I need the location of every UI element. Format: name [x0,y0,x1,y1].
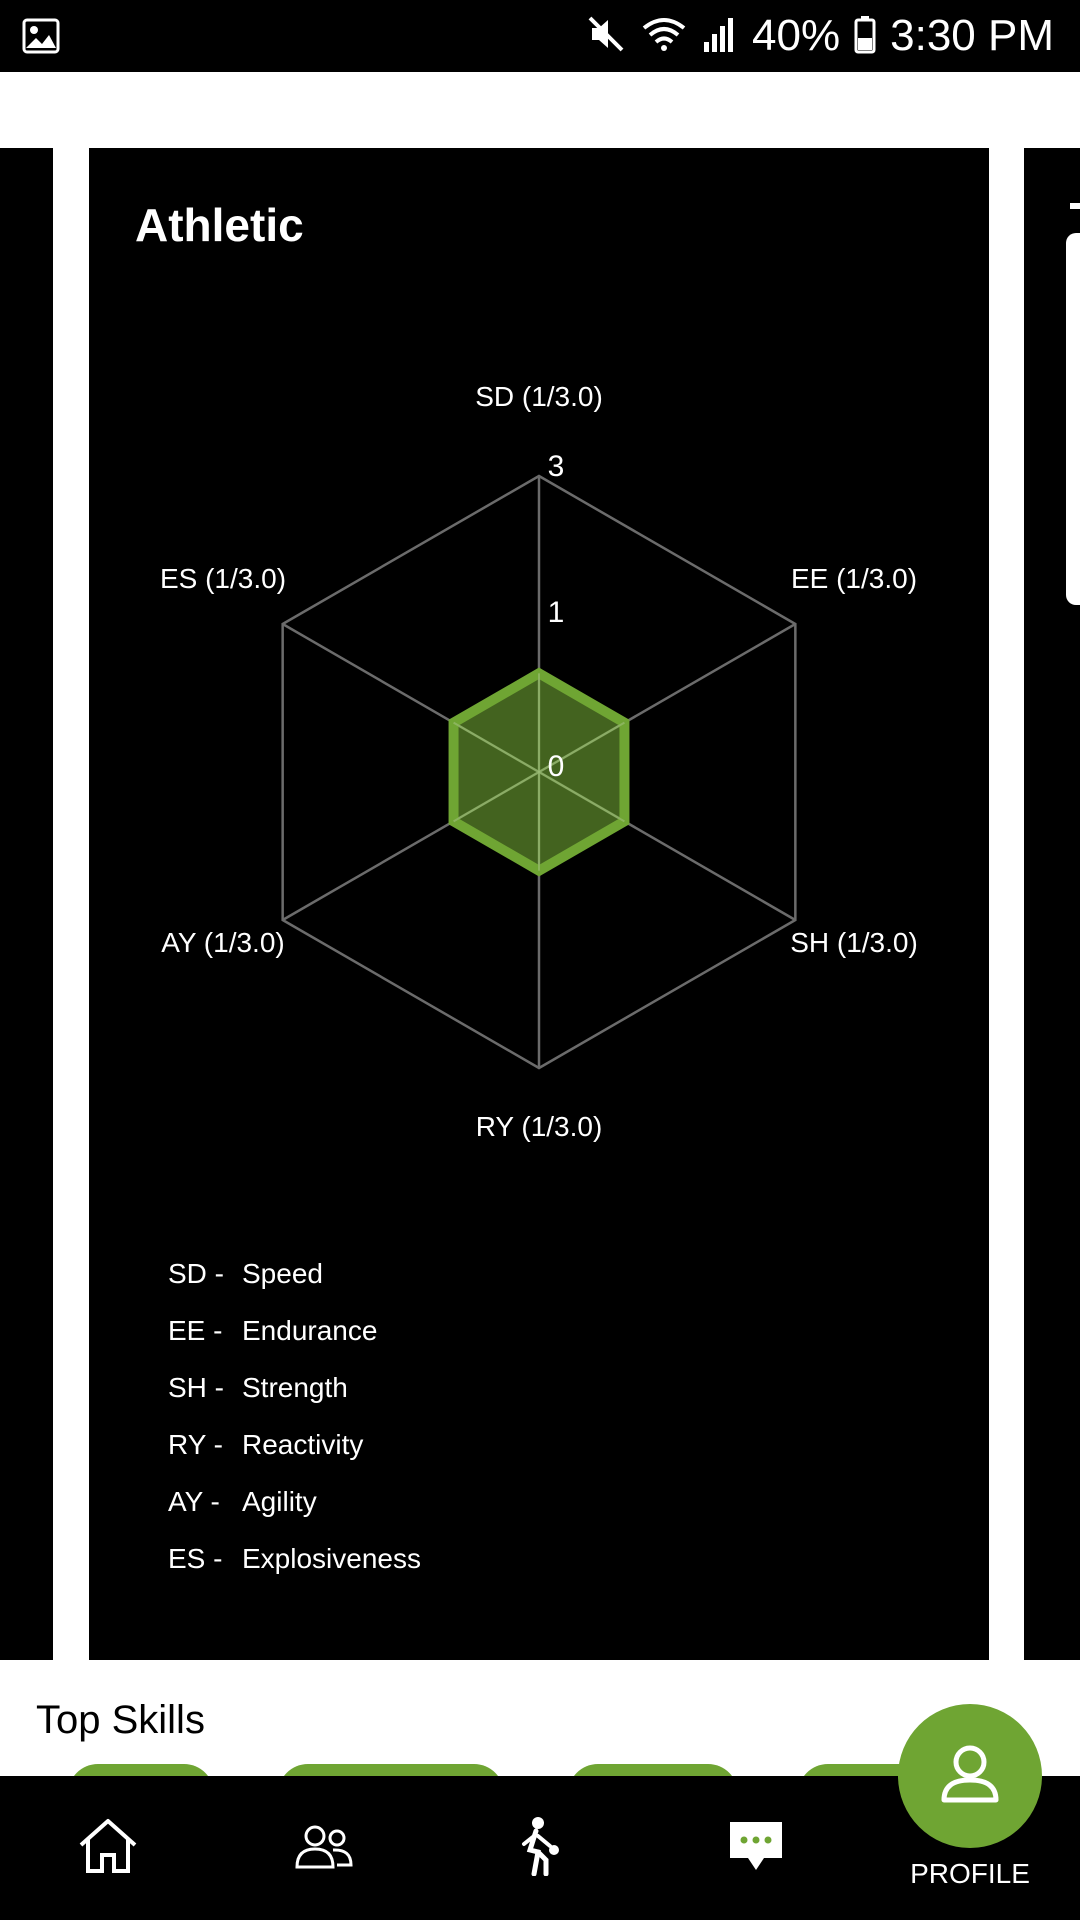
image-icon [22,18,60,59]
radar-series [448,667,630,877]
legend-item: SH - Strength [168,1372,348,1404]
profile-icon [938,1744,1002,1809]
next-card-panel-edge [1066,233,1080,605]
top-strip [0,72,1080,148]
clock: 3:30 PM [890,11,1054,60]
radar-axis-label: EE (1/3.0) [791,563,917,594]
radar-axis-label: AY (1/3.0) [161,927,284,958]
radar-tick-label: 0 [548,750,565,783]
legend-abbr: SD - [168,1258,224,1289]
legend-item: ES - Explosiveness [168,1543,421,1575]
nav-player[interactable] [470,1776,610,1920]
nav-chat[interactable] [686,1776,826,1920]
legend-item: EE - Endurance [168,1315,377,1347]
nav-team[interactable] [254,1776,394,1920]
radar-axis-label: RY (1/3.0) [476,1111,603,1142]
previous-card-peek[interactable] [0,148,53,1660]
home-icon [77,1817,139,1880]
profile-label: PROFILE [910,1858,1030,1889]
legend-abbr: RY - [168,1429,223,1460]
legend-item: AY - Agility [168,1486,317,1518]
legend-name: Agility [242,1486,317,1517]
next-card-peek[interactable] [1024,148,1080,1660]
radar-axis-label: SD (1/3.0) [475,381,603,412]
signal-icon [702,14,738,59]
legend-name: Explosiveness [242,1543,421,1574]
legend-abbr: SH - [168,1372,224,1403]
battery-icon [854,14,876,59]
mute-icon [586,14,626,59]
legend-abbr: AY - [168,1486,220,1517]
legend-name: Reactivity [242,1429,364,1460]
radar-axis-label: ES (1/3.0) [160,563,286,594]
top-skills-title: Top Skills [36,1698,205,1742]
legend-item: RY - Reactivity [168,1429,363,1461]
team-icon [293,1823,355,1874]
legend-item: SD - Speed [168,1258,323,1290]
chat-icon [728,1820,784,1877]
legend-abbr: EE - [168,1315,223,1346]
skill-chip[interactable] [568,1764,738,1776]
next-card-title-fragment [1070,203,1080,209]
profile-button[interactable] [898,1704,1042,1848]
player-icon [516,1816,564,1881]
radar-tick-label: 3 [548,450,565,483]
radar-axis-label: SH (1/3.0) [790,927,918,958]
radar-tick-label: 1 [548,596,565,629]
wifi-icon [640,14,688,59]
skill-chip[interactable] [278,1764,504,1776]
legend-name: Strength [242,1372,348,1403]
status-bar: 40% 3:30 PM [0,0,1080,72]
nav-home[interactable] [38,1776,178,1920]
legend-name: Speed [242,1258,323,1289]
legend-name: Endurance [242,1315,378,1346]
battery-percent: 40% [752,11,841,60]
legend-abbr: ES - [168,1543,223,1574]
athletic-card[interactable]: Athletic SD (1/3.0) EE (1/3.0) SH (1/3.0) R… [89,148,989,1660]
skill-chip[interactable] [68,1764,214,1776]
